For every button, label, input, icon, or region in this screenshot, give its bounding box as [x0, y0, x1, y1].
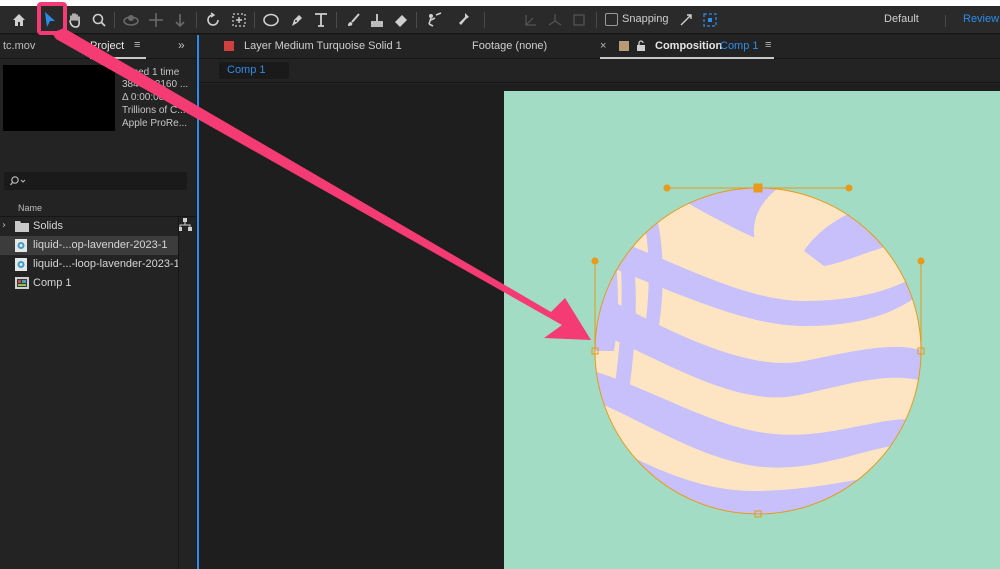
ellipse-icon[interactable]	[260, 8, 282, 32]
list-item[interactable]: › Solids	[0, 217, 178, 236]
type-icon[interactable]	[310, 8, 332, 32]
pan-behind-icon[interactable]	[146, 8, 166, 32]
list-item-label: Solids	[33, 220, 63, 232]
tab-project[interactable]: Project	[90, 40, 124, 52]
breadcrumb[interactable]: Comp 1	[219, 62, 289, 79]
tab-footage-file[interactable]: tc.mov	[3, 40, 35, 52]
axis-view-icon[interactable]	[568, 8, 590, 32]
footage-duration: Δ 0:00:08...	[122, 92, 173, 103]
toolbar: Snapping Default Review	[0, 6, 1000, 34]
brush-icon[interactable]	[342, 8, 364, 32]
dolly-icon[interactable]	[170, 8, 190, 32]
tab-footage[interactable]: Footage (none)	[472, 40, 547, 52]
workspace-default[interactable]: Default	[884, 13, 919, 25]
axis-local-icon[interactable]	[520, 8, 542, 32]
footage-codec: Apple ProRe...	[122, 118, 188, 129]
tab-layer[interactable]: Layer Medium Turquoise Solid 1	[244, 40, 402, 52]
viewer-tabbar: Layer Medium Turquoise Solid 1 Footage (…	[199, 35, 1000, 59]
orbit-icon[interactable]	[120, 8, 142, 32]
usage-info: , used 1 time	[122, 67, 180, 78]
roto-icon[interactable]	[422, 8, 446, 32]
stamp-icon[interactable]	[366, 8, 388, 32]
workspace-review[interactable]: Review	[963, 13, 999, 25]
list-item-label: liquid-...op-lavender-2023-1	[33, 239, 168, 251]
composition-icon	[15, 277, 29, 289]
list-item[interactable]: Comp 1	[0, 274, 178, 293]
axis-world-icon[interactable]	[544, 8, 566, 32]
search-icon	[10, 176, 26, 186]
project-panel: tc.mov Project ≡ » , used 1 time 3840 x …	[0, 35, 196, 569]
snap-edge-icon[interactable]	[676, 8, 696, 32]
expand-panels-icon[interactable]: »	[178, 38, 185, 52]
flowchart-icon[interactable]	[177, 218, 193, 232]
composition-panel: Layer Medium Turquoise Solid 1 Footage (…	[197, 35, 1000, 569]
column-header: Name	[0, 200, 196, 217]
hand-icon[interactable]	[64, 8, 86, 32]
folder-icon	[15, 221, 29, 232]
circle-layer[interactable]	[504, 91, 1000, 569]
list-item-label: liquid-...-loop-lavender-2023-1	[33, 258, 178, 270]
zoom-icon[interactable]	[88, 8, 110, 32]
column-name-label[interactable]: Name	[18, 203, 42, 213]
anchor-icon[interactable]	[228, 8, 250, 32]
close-tab-icon[interactable]: ×	[600, 40, 606, 52]
footage-icon	[15, 239, 27, 252]
footage-dimensions: 3840 x 2160 ...	[122, 79, 189, 90]
layer-color-swatch	[224, 41, 234, 51]
pen-icon[interactable]	[286, 8, 308, 32]
footage-colors: Trillions of C...	[122, 105, 186, 116]
composition-viewer[interactable]	[199, 84, 1000, 569]
project-tabbar: tc.mov Project ≡ »	[0, 35, 196, 59]
snapping-label: Snapping	[622, 13, 669, 25]
snap-features-icon[interactable]	[700, 8, 720, 32]
tab-composition-name[interactable]: Comp 1	[720, 40, 759, 52]
snapping-checkbox[interactable]	[605, 13, 618, 26]
footage-thumbnail	[3, 65, 115, 131]
selection-icon[interactable]	[38, 8, 62, 32]
lock-icon[interactable]	[636, 40, 646, 52]
composition-canvas[interactable]	[504, 91, 1000, 569]
project-search-input[interactable]	[4, 172, 187, 190]
breadcrumb-row	[199, 59, 1000, 83]
footage-icon	[15, 258, 27, 271]
panel-menu-icon[interactable]: ≡	[134, 39, 140, 51]
rotate-icon[interactable]	[202, 8, 224, 32]
chevron-right-icon[interactable]: ›	[2, 220, 6, 231]
panel-menu-icon[interactable]: ≡	[765, 39, 771, 51]
comp-color-swatch	[619, 41, 629, 51]
list-item[interactable]: liquid-...-loop-lavender-2023-1	[0, 255, 178, 274]
tab-composition-label[interactable]: Composition	[655, 40, 722, 52]
list-item-label: Comp 1	[33, 277, 72, 289]
home-icon[interactable]	[8, 8, 30, 32]
puppet-icon[interactable]	[452, 8, 476, 32]
eraser-icon[interactable]	[390, 8, 412, 32]
list-item-selected[interactable]: liquid-...op-lavender-2023-1	[0, 236, 178, 255]
